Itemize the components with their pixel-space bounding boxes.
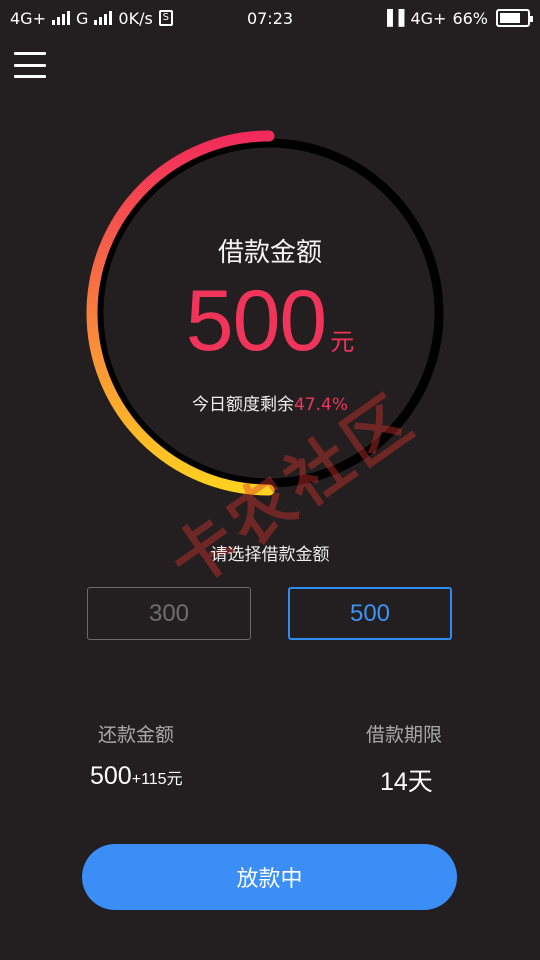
loan-term-value: 14天 bbox=[380, 768, 433, 796]
select-amount-label: 请选择借款金额 bbox=[210, 545, 330, 565]
repay-amount-main: 500 bbox=[90, 762, 132, 790]
loan-term-label: 借款期限 bbox=[366, 724, 443, 746]
repay-amount-label: 还款金额 bbox=[98, 724, 175, 746]
remaining-quota: 今日额度剩余47.4% bbox=[0, 390, 540, 415]
repay-amount-extra: +115元 bbox=[131, 771, 183, 788]
remaining-label: 今日额度剩余 bbox=[191, 395, 294, 415]
loan-screen: 4G+ G 0K/s S 07:23 ▐▐ 4G+ 66% 借款金额 500 元… bbox=[0, 0, 540, 960]
gauge-title: 借款金额 bbox=[217, 238, 322, 268]
loan-amount-unit: 元 bbox=[330, 328, 355, 356]
repay-amount-value: 500+115元 bbox=[90, 762, 183, 791]
loan-amount: 500 bbox=[185, 273, 327, 369]
loan-gauge bbox=[86, 130, 444, 496]
disburse-button[interactable]: 放款中 bbox=[82, 844, 457, 910]
gauge-amount-wrap: 500 元 bbox=[0, 278, 540, 364]
remaining-percent: 47.4% bbox=[293, 395, 348, 415]
amount-option-500[interactable]: 500 bbox=[288, 587, 452, 640]
amount-option-300[interactable]: 300 bbox=[87, 587, 251, 640]
